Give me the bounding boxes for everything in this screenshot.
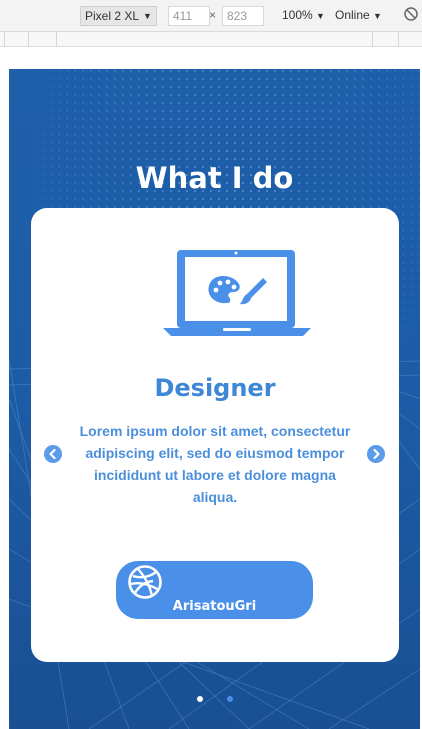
chevron-down-icon: ▼: [373, 11, 382, 21]
service-role: Designer: [154, 374, 276, 402]
carousel-dot-2[interactable]: [227, 696, 233, 702]
device-name: Pixel 2 XL: [85, 9, 140, 23]
height-input[interactable]: 823: [222, 6, 264, 26]
chevron-down-icon: ▼: [316, 11, 325, 21]
dribbble-profile-button[interactable]: ArisatouGri: [116, 561, 313, 619]
zoom-value: 100%: [282, 8, 313, 22]
carousel-dot-1[interactable]: [197, 696, 203, 702]
chevron-left-icon: [49, 448, 56, 460]
mobile-viewport: What I do Designer Lorem ipsum dolor sit…: [9, 69, 420, 729]
devtools-device-toolbar: Pixel 2 XL ▼ 411 × 823 100% ▼ Online ▼: [0, 0, 422, 32]
chevron-down-icon: ▼: [143, 11, 152, 21]
carousel-prev-button[interactable]: [44, 445, 62, 463]
laptop-palette-brush-icon: [163, 248, 311, 343]
chevron-right-icon: [373, 448, 380, 460]
carousel-next-button[interactable]: [367, 445, 385, 463]
throttle-value: Online: [335, 8, 370, 22]
width-input[interactable]: 411: [168, 6, 210, 26]
no-sensors-icon[interactable]: [403, 6, 419, 25]
throttle-select[interactable]: Online ▼: [335, 8, 382, 22]
zoom-select[interactable]: 100% ▼: [282, 8, 325, 22]
social-handle: ArisatouGri: [172, 599, 257, 614]
section-title: What I do: [135, 161, 294, 195]
service-description: Lorem ipsum dolor sit amet, consectetur …: [79, 423, 351, 505]
device-select[interactable]: Pixel 2 XL ▼: [80, 6, 157, 26]
media-query-ruler: [0, 32, 422, 47]
times-separator: ×: [209, 8, 217, 22]
service-card: Designer Lorem ipsum dolor sit amet, con…: [31, 208, 399, 662]
